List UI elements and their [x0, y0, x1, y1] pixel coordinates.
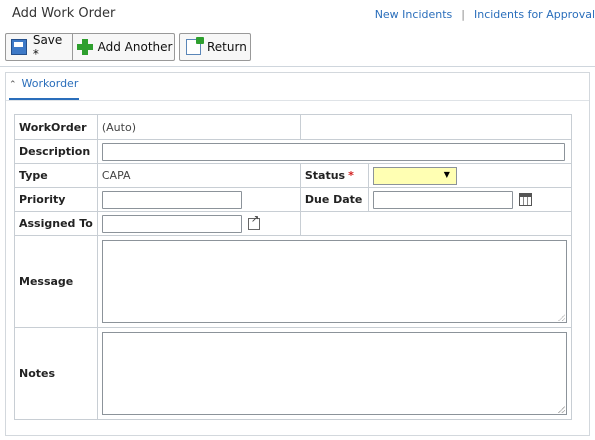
calendar-icon[interactable] — [518, 193, 532, 206]
status-label: Status — [304, 169, 346, 182]
description-input[interactable] — [101, 142, 565, 161]
resize-grip-icon[interactable] — [557, 406, 565, 413]
notes-label: Notes — [14, 327, 98, 420]
tab-workorder-label: Workorder — [21, 77, 79, 90]
assigned-to-label: Assigned To — [14, 211, 98, 236]
chevron-up-icon: ⌃ — [9, 80, 17, 90]
tab-divider — [6, 100, 589, 101]
empty-cell — [299, 211, 572, 236]
type-label: Type — [14, 163, 98, 188]
plus-icon — [76, 39, 93, 55]
add-another-button[interactable]: Add Another — [73, 34, 174, 60]
message-label: Message — [14, 235, 98, 328]
resize-grip-icon[interactable] — [557, 314, 565, 321]
incidents-for-approval-link[interactable]: Incidents for Approval — [474, 8, 595, 21]
save-button[interactable]: Save * — [6, 33, 73, 61]
required-marker: * — [348, 169, 354, 182]
return-button-label: Return — [207, 40, 247, 54]
header-links: New Incidents | Incidents for Approval — [375, 8, 595, 21]
page-header: Add Work Order New Incidents | Incidents f… — [0, 0, 595, 28]
type-value: CAPA — [96, 163, 301, 188]
page-title: Add Work Order — [12, 6, 116, 21]
external-link-icon[interactable] — [247, 214, 260, 230]
priority-label: Priority — [14, 187, 98, 212]
description-label: Description — [14, 139, 98, 164]
due-date-label: Due Date — [299, 187, 369, 212]
save-icon — [11, 39, 27, 55]
tab-workorder[interactable]: ⌃ Workorder — [9, 77, 78, 99]
empty-cell — [299, 114, 572, 140]
return-button[interactable]: Return — [179, 33, 251, 61]
description-cell — [96, 139, 572, 164]
add-another-button-label: Add Another — [97, 40, 173, 54]
link-separator: | — [461, 8, 465, 21]
workorder-label: WorkOrder — [14, 114, 98, 140]
priority-cell — [96, 187, 301, 212]
due-date-cell — [367, 187, 572, 212]
message-cell — [96, 235, 572, 328]
assigned-to-input[interactable] — [101, 214, 242, 233]
status-label-cell: Status * — [299, 163, 369, 188]
assigned-to-cell — [96, 211, 301, 236]
workorder-form: WorkOrder (Auto) Description Type CAPA S… — [14, 114, 572, 420]
status-cell — [367, 163, 572, 188]
priority-input[interactable] — [101, 190, 242, 209]
notes-textarea[interactable] — [101, 332, 567, 415]
workorder-value: (Auto) — [96, 114, 301, 140]
due-date-input[interactable] — [372, 190, 513, 209]
new-incidents-link[interactable]: New Incidents — [375, 8, 453, 21]
notes-cell — [96, 327, 572, 420]
status-select[interactable] — [372, 166, 457, 185]
message-textarea[interactable] — [101, 240, 567, 323]
save-button-label: Save * — [32, 33, 63, 61]
toolbar-divider — [0, 66, 595, 67]
toolbar-button-group: Save * Add Another — [5, 33, 175, 61]
return-icon — [186, 37, 204, 55]
